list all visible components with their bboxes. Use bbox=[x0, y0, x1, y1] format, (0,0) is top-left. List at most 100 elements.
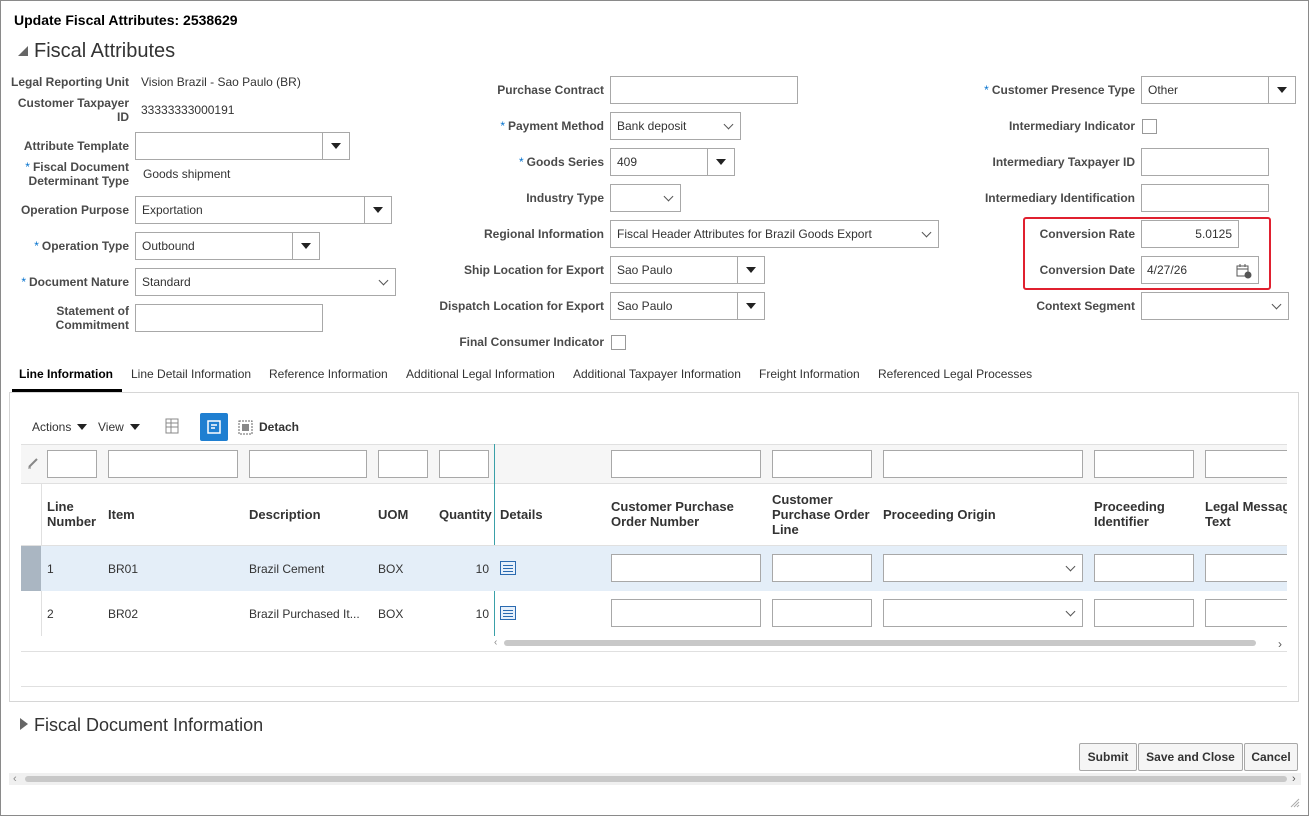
context-segment-select[interactable] bbox=[1141, 292, 1289, 320]
required-asterisk: * bbox=[984, 83, 989, 97]
operation-purpose-combobox[interactable]: Exportation bbox=[135, 196, 392, 224]
dropdown-arrow-icon[interactable] bbox=[364, 197, 391, 223]
filter-uom-input[interactable] bbox=[378, 450, 428, 478]
save-and-close-button[interactable]: Save and Close bbox=[1138, 743, 1243, 771]
filter-description-input[interactable] bbox=[249, 450, 367, 478]
dropdown-arrow-icon[interactable] bbox=[737, 257, 764, 283]
document-nature-select[interactable]: Standard bbox=[135, 268, 396, 296]
dropdown-arrow-icon[interactable] bbox=[1268, 77, 1295, 103]
filter-proceeding-origin-input[interactable] bbox=[883, 450, 1083, 478]
cell-uom: BOX bbox=[378, 607, 404, 621]
query-by-example-icon[interactable] bbox=[200, 413, 228, 441]
customer-po-number-input[interactable] bbox=[611, 554, 761, 582]
scroll-left-icon[interactable]: ‹ bbox=[13, 773, 17, 785]
proceeding-origin-select[interactable] bbox=[883, 599, 1083, 627]
operation-type-label-text: Operation Type bbox=[41, 239, 129, 253]
cancel-button[interactable]: Cancel bbox=[1244, 743, 1298, 771]
freeze-columns-icon[interactable] bbox=[164, 417, 182, 438]
dropdown-arrow-icon[interactable] bbox=[322, 133, 349, 159]
submit-button[interactable]: Submit bbox=[1079, 743, 1137, 771]
filter-customer-po-number-input[interactable] bbox=[611, 450, 761, 478]
actions-menu[interactable]: Actions bbox=[32, 420, 88, 434]
column-header-proceeding-identifier-line2: Identifier bbox=[1094, 514, 1149, 529]
tab-additional-taxpayer-information[interactable]: Additional Taxpayer Information bbox=[573, 367, 741, 381]
expand-section-icon[interactable] bbox=[19, 717, 29, 734]
filter-customer-po-line-input[interactable] bbox=[772, 450, 872, 478]
table-horizontal-scrollbar[interactable] bbox=[504, 640, 1256, 646]
dropdown-arrow-icon[interactable] bbox=[707, 149, 734, 175]
chevron-down-icon bbox=[77, 424, 88, 430]
proceeding-identifier-input[interactable] bbox=[1094, 599, 1194, 627]
customer-po-line-input[interactable] bbox=[772, 599, 872, 627]
goods-series-combobox[interactable]: 409 bbox=[610, 148, 735, 176]
goods-series-value: 409 bbox=[617, 155, 638, 169]
dispatch-location-for-export-combobox[interactable]: Sao Paulo bbox=[610, 292, 765, 320]
column-header-proceeding-identifier-line1: Proceeding bbox=[1094, 499, 1165, 514]
column-header-details[interactable]: Details bbox=[500, 507, 543, 522]
filter-legal-message-text-input[interactable] bbox=[1205, 450, 1287, 478]
tab-referenced-legal-processes[interactable]: Referenced Legal Processes bbox=[878, 367, 1032, 381]
view-menu[interactable]: View bbox=[98, 420, 140, 434]
attribute-template-combobox[interactable] bbox=[135, 132, 350, 160]
tab-line-detail-information[interactable]: Line Detail Information bbox=[131, 367, 251, 381]
tab-line-information[interactable]: Line Information bbox=[19, 367, 113, 381]
row-selector[interactable] bbox=[21, 546, 41, 591]
column-header-proceeding-identifier[interactable]: Proceeding Identifier bbox=[1094, 499, 1165, 529]
statement-of-commitment-input[interactable] bbox=[135, 304, 323, 332]
column-header-description[interactable]: Description bbox=[249, 507, 321, 522]
column-header-legal-message-text[interactable]: Legal Messag Text bbox=[1205, 499, 1287, 529]
scroll-right-icon[interactable]: › bbox=[1278, 637, 1282, 651]
ship-location-for-export-combobox[interactable]: Sao Paulo bbox=[610, 256, 765, 284]
tab-reference-information[interactable]: Reference Information bbox=[269, 367, 388, 381]
column-header-line-number-line1: Line bbox=[47, 499, 74, 514]
dropdown-arrow-icon[interactable] bbox=[292, 233, 319, 259]
intermediary-taxpayer-id-input[interactable] bbox=[1141, 148, 1269, 176]
customer-presence-type-combobox[interactable]: Other bbox=[1141, 76, 1296, 104]
industry-type-select[interactable] bbox=[610, 184, 681, 212]
column-header-line-number[interactable]: Line Number bbox=[47, 499, 96, 529]
column-header-proceeding-origin[interactable]: Proceeding Origin bbox=[883, 507, 996, 522]
scroll-left-icon[interactable]: ‹ bbox=[494, 637, 497, 648]
column-header-quantity[interactable]: Quantity bbox=[439, 507, 492, 522]
proceeding-origin-select[interactable] bbox=[883, 554, 1083, 582]
required-asterisk: * bbox=[500, 119, 505, 133]
column-header-customer-po-number[interactable]: Customer Purchase Order Number bbox=[611, 499, 734, 529]
intermediary-indicator-checkbox[interactable] bbox=[1142, 119, 1157, 134]
payment-method-select[interactable]: Bank deposit bbox=[610, 112, 741, 140]
legal-message-text-input[interactable] bbox=[1205, 554, 1287, 582]
section-title-fiscal-attributes[interactable]: Fiscal Attributes bbox=[34, 40, 175, 63]
dropdown-arrow-icon[interactable] bbox=[737, 293, 764, 319]
proceeding-identifier-input[interactable] bbox=[1094, 554, 1194, 582]
column-header-item[interactable]: Item bbox=[108, 507, 135, 522]
tab-additional-legal-information[interactable]: Additional Legal Information bbox=[406, 367, 555, 381]
regional-information-select[interactable]: Fiscal Header Attributes for Brazil Good… bbox=[610, 220, 939, 248]
column-header-uom[interactable]: UOM bbox=[378, 507, 408, 522]
final-consumer-indicator-checkbox[interactable] bbox=[611, 335, 626, 350]
column-header-customer-po-line[interactable]: Customer Purchase Order Line bbox=[772, 492, 870, 537]
column-header-customer-po-line-line3: Line bbox=[772, 522, 799, 537]
filter-item-input[interactable] bbox=[108, 450, 238, 478]
dialog-horizontal-scrollbar[interactable] bbox=[25, 776, 1287, 782]
resize-grip-icon[interactable] bbox=[1290, 797, 1300, 811]
filter-line-number-input[interactable] bbox=[47, 450, 97, 478]
details-icon[interactable] bbox=[500, 606, 516, 620]
customer-presence-type-label: * Customer Presence Type bbox=[941, 83, 1135, 97]
tab-freight-information[interactable]: Freight Information bbox=[759, 367, 860, 381]
final-consumer-indicator-label: Final Consumer Indicator bbox=[459, 335, 604, 349]
legal-reporting-unit-value: Vision Brazil - Sao Paulo (BR) bbox=[141, 75, 301, 89]
filter-quantity-input[interactable] bbox=[439, 450, 489, 478]
customer-po-number-input[interactable] bbox=[611, 599, 761, 627]
detach-icon[interactable] bbox=[238, 420, 253, 438]
filter-proceeding-identifier-input[interactable] bbox=[1094, 450, 1194, 478]
collapse-section-icon[interactable] bbox=[17, 45, 29, 60]
section-title-fiscal-document-information[interactable]: Fiscal Document Information bbox=[34, 715, 263, 736]
legal-message-text-input[interactable] bbox=[1205, 599, 1287, 627]
selector-column-divider bbox=[41, 591, 42, 636]
details-icon[interactable] bbox=[500, 561, 516, 575]
scroll-right-icon[interactable]: › bbox=[1292, 773, 1296, 785]
operation-type-combobox[interactable]: Outbound bbox=[135, 232, 320, 260]
detach-button[interactable]: Detach bbox=[259, 420, 299, 434]
purchase-contract-input[interactable] bbox=[610, 76, 798, 104]
intermediary-identification-input[interactable] bbox=[1141, 184, 1269, 212]
customer-po-line-input[interactable] bbox=[772, 554, 872, 582]
